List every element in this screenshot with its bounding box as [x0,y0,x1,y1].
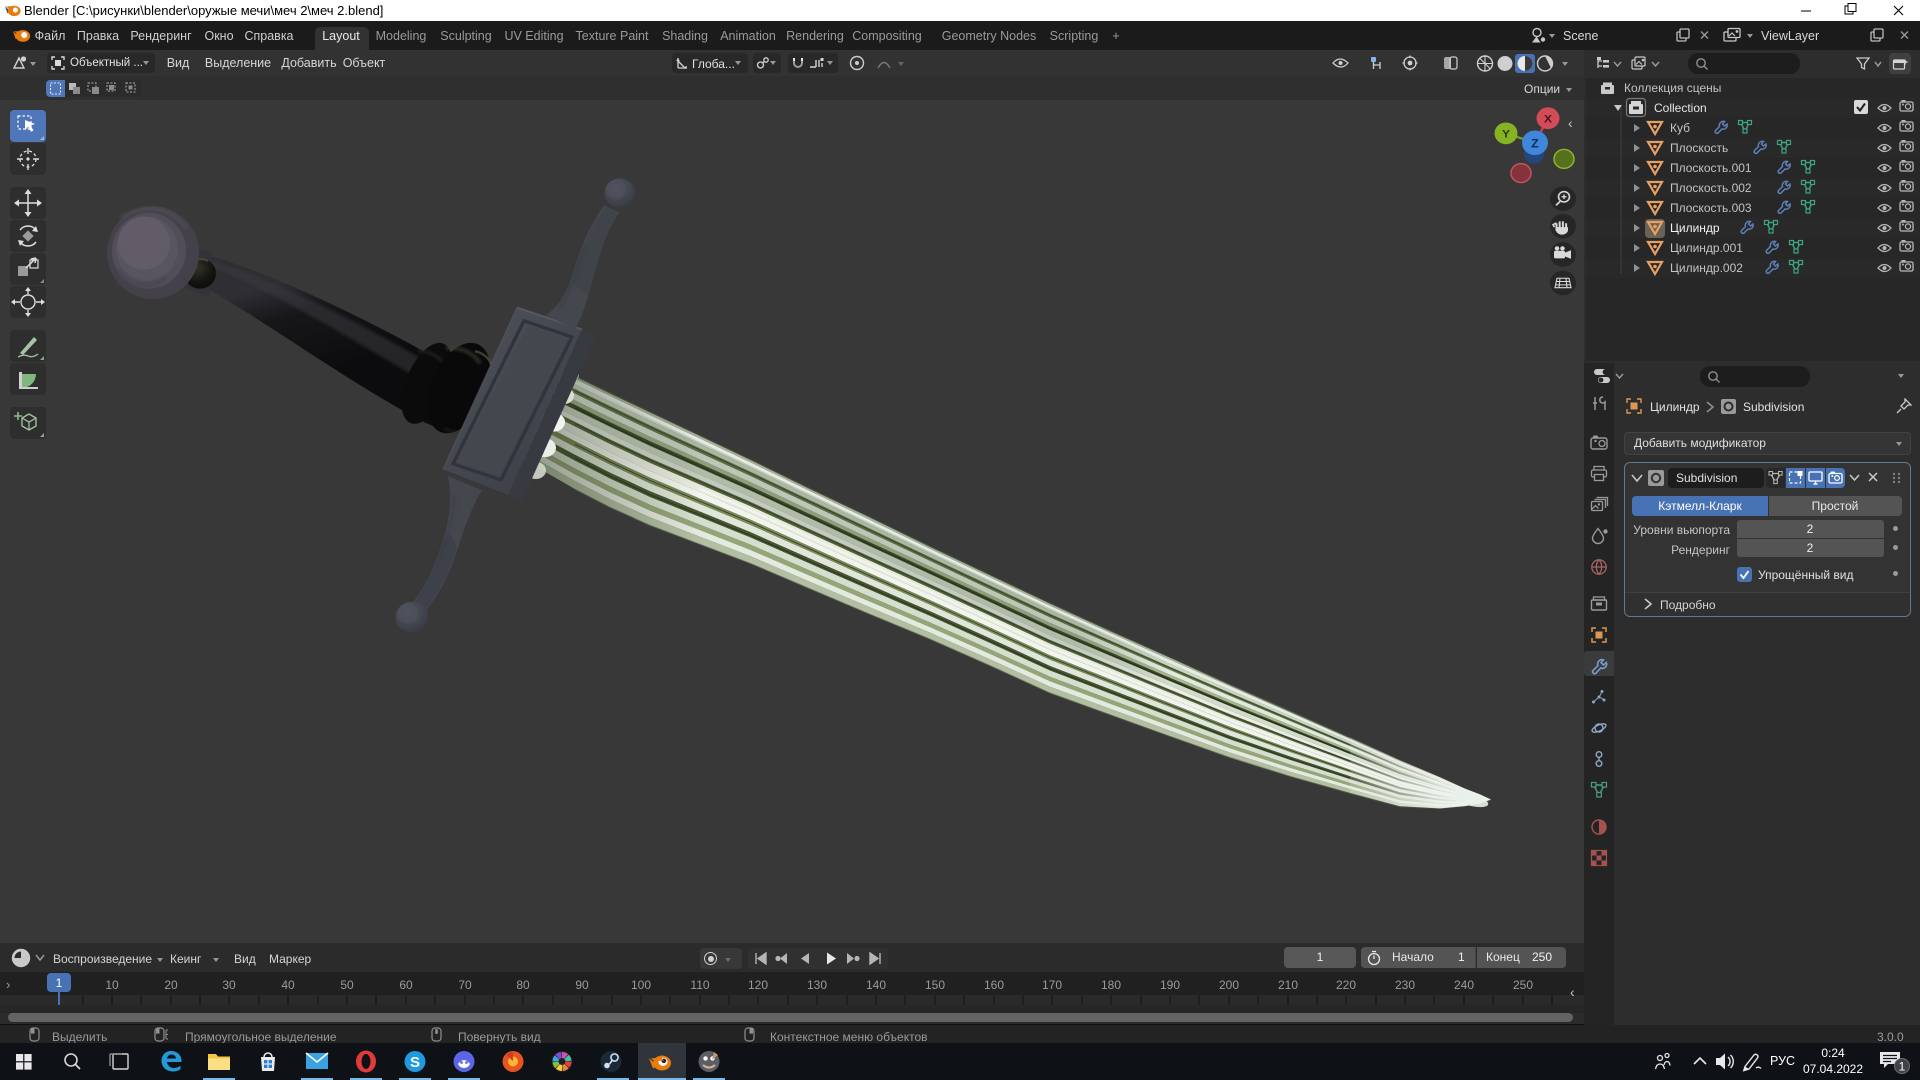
svg-text:Z: Z [1531,137,1539,151]
svg-text:S: S [410,1054,420,1071]
svg-text:170: 170 [1042,978,1062,992]
svg-text:100: 100 [631,978,651,992]
svg-text:160: 160 [984,978,1004,992]
svg-text:Плоскость.001: Плоскость.001 [1670,161,1752,175]
svg-text:180: 180 [1101,978,1121,992]
svg-text:230: 230 [1395,978,1415,992]
svg-text:60: 60 [399,978,413,992]
svg-text:X: X [1544,113,1552,126]
svg-text:190: 190 [1160,978,1180,992]
svg-text:90: 90 [575,978,589,992]
svg-text:130: 130 [807,978,827,992]
svg-text:Цилиндр.001: Цилиндр.001 [1670,241,1743,255]
svg-text:150: 150 [925,978,945,992]
svg-text:240: 240 [1454,978,1474,992]
svg-text:1: 1 [56,976,63,990]
svg-text:70: 70 [458,978,472,992]
svg-text:80: 80 [516,978,530,992]
svg-text:Плоскость.002: Плоскость.002 [1670,181,1752,195]
svg-text:Цилиндр.002: Цилиндр.002 [1670,261,1743,275]
svg-text:250: 250 [1513,978,1533,992]
svg-text:10: 10 [105,978,119,992]
svg-text:30: 30 [222,978,236,992]
svg-text:Y: Y [1502,128,1510,141]
svg-text:›: › [6,977,10,992]
svg-text:20: 20 [164,978,178,992]
svg-text:40: 40 [281,978,295,992]
svg-text:Куб: Куб [1670,121,1690,135]
svg-text:Коллекция сцены: Коллекция сцены [1624,81,1721,95]
svg-text:Плоскость.003: Плоскость.003 [1670,201,1752,215]
svg-text:Collection: Collection [1654,101,1707,115]
svg-text:1: 1 [1899,1060,1906,1074]
svg-text:200: 200 [1219,978,1239,992]
svg-text:220: 220 [1336,978,1356,992]
svg-text:120: 120 [748,978,768,992]
svg-text:50: 50 [340,978,354,992]
svg-text:140: 140 [866,978,886,992]
svg-text:Цилиндр: Цилиндр [1670,221,1720,235]
svg-text:Плоскость: Плоскость [1670,141,1728,155]
svg-text:210: 210 [1278,978,1298,992]
svg-text:110: 110 [690,978,709,992]
